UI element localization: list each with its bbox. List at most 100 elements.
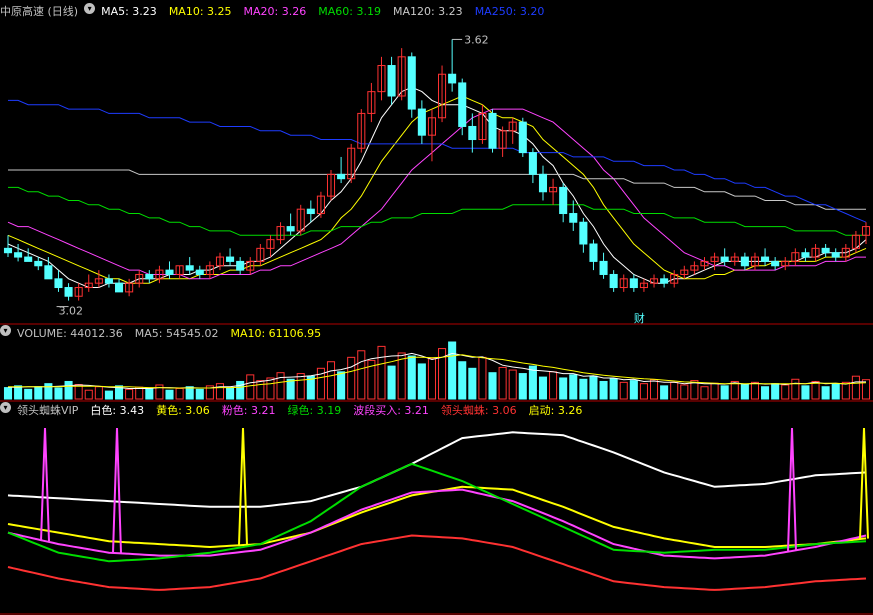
volume-bar — [740, 384, 749, 400]
candle-body — [145, 273, 154, 280]
indicator-line-1 — [7, 485, 867, 549]
candle-body — [286, 226, 295, 232]
volume-bar — [518, 373, 527, 400]
candle-body — [468, 125, 477, 141]
ma-legend-item-1: MA10: 3.25 — [168, 5, 232, 18]
volume-bar — [710, 382, 719, 400]
volume-bar — [538, 376, 548, 400]
candle-body — [589, 243, 598, 262]
ma-legend-item-4: MA120: 3.23 — [392, 5, 463, 18]
indicator-legend: 领头蜘蛛VIP 白色: 3.43 黄色: 3.06 粉色: 3.21 绿色: 3.19 波… — [17, 402, 588, 420]
candle-body — [801, 252, 810, 258]
volume-bar — [528, 365, 537, 400]
ma-legend-item-3: MA60: 3.19 — [318, 5, 381, 18]
candle-body — [771, 260, 780, 267]
candle-body — [236, 260, 245, 271]
indicator-legend-item-2: 黄色: 3.06 — [156, 404, 210, 417]
volume-bar — [609, 378, 618, 400]
candle-body — [185, 265, 194, 271]
indicator-header: ▾ 领头蜘蛛VIP 白色: 3.43 黄色: 3.06 粉色: 3.21 绿色: 3.1… — [0, 402, 594, 420]
candle-body — [740, 256, 749, 267]
candle-body — [629, 278, 638, 289]
volume-bar — [498, 366, 507, 400]
indicator-spike-1 — [238, 427, 248, 546]
volume-bar — [599, 380, 608, 400]
volume-legend: VOLUME: 44012.36 MA5: 54545.02 MA10: 61106… — [17, 325, 327, 343]
volume-bar — [165, 389, 174, 400]
indicator-spike-1 — [859, 427, 869, 539]
candle-body — [720, 256, 729, 262]
volume-bar — [226, 387, 235, 400]
candle-body — [518, 121, 527, 154]
candle-body — [528, 152, 537, 175]
volume-bar — [357, 350, 366, 400]
volume-bar — [508, 369, 517, 400]
indicator-spike-0 — [112, 427, 122, 554]
candle-body — [34, 260, 43, 267]
volume-bar — [125, 388, 134, 400]
volume-bar — [660, 385, 669, 400]
volume-bar — [44, 383, 53, 400]
volume-bar — [801, 385, 810, 400]
volume-bar — [478, 356, 487, 400]
volume-settings-icon[interactable]: ▾ — [0, 325, 11, 336]
candle-body — [226, 256, 235, 262]
volume-bar — [276, 372, 285, 400]
volume-bar — [195, 388, 204, 400]
volume-legend-item-1: MA5: 54545.02 — [134, 327, 219, 340]
candle-body — [195, 269, 204, 275]
candle-body — [417, 108, 426, 136]
volume-bar — [488, 372, 497, 400]
volume-bar — [3, 387, 13, 400]
candle-body — [609, 273, 618, 289]
volume-bar — [791, 378, 800, 400]
settings-circle-icon[interactable]: ▾ — [84, 3, 96, 14]
candle-body — [14, 252, 23, 258]
stock-title[interactable]: 中原高速 (日线) — [0, 3, 78, 21]
ma-line-ma60 — [8, 186, 866, 236]
indicator-legend-item-0: 领头蜘蛛VIP — [17, 404, 79, 417]
volume-bar — [347, 356, 356, 400]
candle-body — [761, 256, 770, 262]
volume-bar — [14, 385, 23, 400]
candle-body — [54, 278, 63, 289]
indicator-settings-icon[interactable]: ▾ — [0, 402, 11, 413]
indicator-line-0 — [7, 431, 867, 508]
ma-line-ma20 — [7, 108, 866, 280]
indicator-legend-item-7: 启动: 3.26 — [528, 404, 583, 417]
candle-body — [831, 252, 840, 258]
candle-body — [538, 173, 548, 193]
volume-bar — [831, 383, 840, 400]
volume-bar — [771, 383, 780, 400]
volume-bar — [407, 355, 416, 400]
indicator-legend-item-5: 波段买入: 3.21 — [353, 404, 429, 417]
volume-bar — [286, 378, 295, 400]
volume-bar — [326, 361, 336, 400]
candle-body — [821, 247, 830, 254]
candle-body — [115, 282, 124, 293]
stock-chart[interactable]: 3.62 3.02 财 — [0, 0, 873, 615]
low-price-label: 3.02 — [59, 305, 84, 318]
candle-body — [599, 260, 608, 275]
indicator-spike-0 — [787, 427, 797, 551]
main-chart-header: 中原高速 (日线) ▾ MA5: 3.23 MA10: 3.25 MA20: 3.2… — [0, 3, 556, 21]
volume-bar — [629, 380, 638, 400]
volume-bar — [337, 371, 346, 400]
volume-bar — [236, 380, 245, 400]
volume-bar — [215, 383, 225, 400]
volume-bar — [458, 361, 467, 400]
volume-legend-item-2: MA10: 61106.95 — [230, 327, 322, 340]
candle-body — [337, 173, 346, 180]
volume-header: ▾ VOLUME: 44012.36 MA5: 54545.02 MA10: 611… — [0, 325, 333, 343]
volume-bar — [619, 381, 628, 400]
ma-line-ma250 — [8, 99, 867, 223]
volume-bar — [256, 380, 265, 400]
candle-body — [64, 287, 73, 297]
volume-bar — [559, 377, 568, 400]
volume-bar — [639, 383, 648, 400]
candle-body — [44, 265, 53, 280]
candle-body — [3, 247, 13, 254]
candle-body — [458, 82, 467, 127]
ma-legend: MA5: 3.23 MA10: 3.25 MA20: 3.26 MA60: 3.19 M… — [101, 3, 550, 21]
indicator-legend-item-6: 领头蜘蛛: 3.06 — [440, 404, 517, 417]
